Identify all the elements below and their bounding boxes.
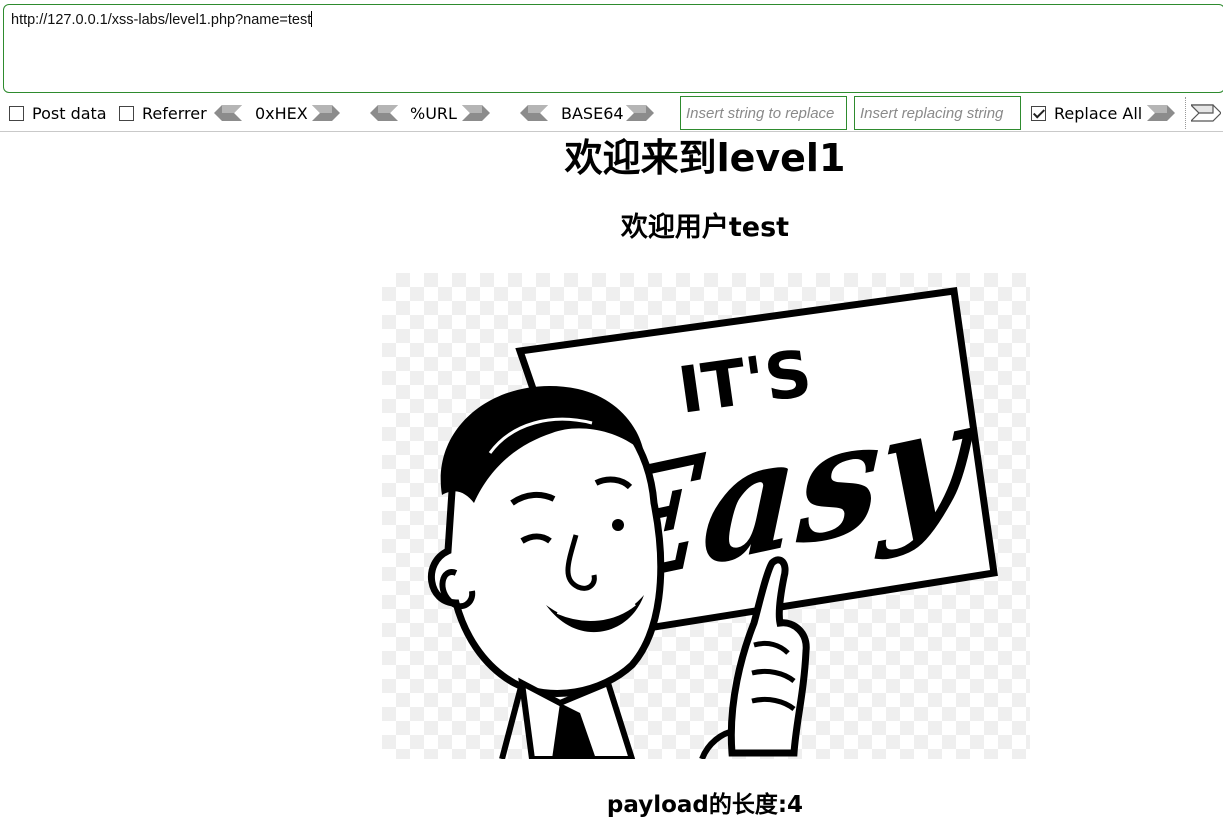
replace-all-toggle[interactable]: Replace All [1031,94,1142,132]
replace-run-arrow-icon[interactable] [1147,104,1175,122]
text-caret [311,11,313,27]
its-easy-illustration: IT'S Easy [428,287,998,759]
replace-all-checkbox[interactable] [1031,105,1046,121]
replace-all-label: Replace All [1054,103,1143,123]
hex-label: 0xHEX [255,103,308,123]
hex-decode-arrow-icon[interactable] [214,104,242,122]
post-data-label: Post data [32,103,107,123]
replace-string-input[interactable] [854,96,1021,130]
post-data-checkbox[interactable] [9,105,24,121]
welcome-message: 欢迎用户test [620,212,790,243]
base64-decode-arrow-icon[interactable] [520,104,548,122]
page-heading: 欢迎来到level1 [564,136,846,180]
referrer-label: Referrer [142,103,207,123]
find-string-input[interactable] [680,96,847,130]
url-encode-arrow-icon[interactable] [462,104,490,122]
post-data-toggle[interactable]: Post data [9,94,107,132]
execute-arrow-icon[interactable] [1191,104,1221,122]
referrer-toggle[interactable]: Referrer [119,94,207,132]
toolbar-separator [1185,97,1186,129]
base64-encode-arrow-icon[interactable] [626,104,654,122]
url-text: http://127.0.0.1/xss-labs/level1.php?nam… [11,12,312,28]
hex-encode-arrow-icon[interactable] [312,104,340,122]
url-decode-arrow-icon[interactable] [370,104,398,122]
url-input[interactable]: http://127.0.0.1/xss-labs/level1.php?nam… [3,4,1223,93]
referrer-checkbox[interactable] [119,105,134,121]
payload-length-text: payload的长度:4 [606,792,804,818]
its-easy-image: IT'S Easy [382,273,1030,759]
base64-label: BASE64 [561,103,624,123]
url-encode-label: %URL [410,103,457,123]
